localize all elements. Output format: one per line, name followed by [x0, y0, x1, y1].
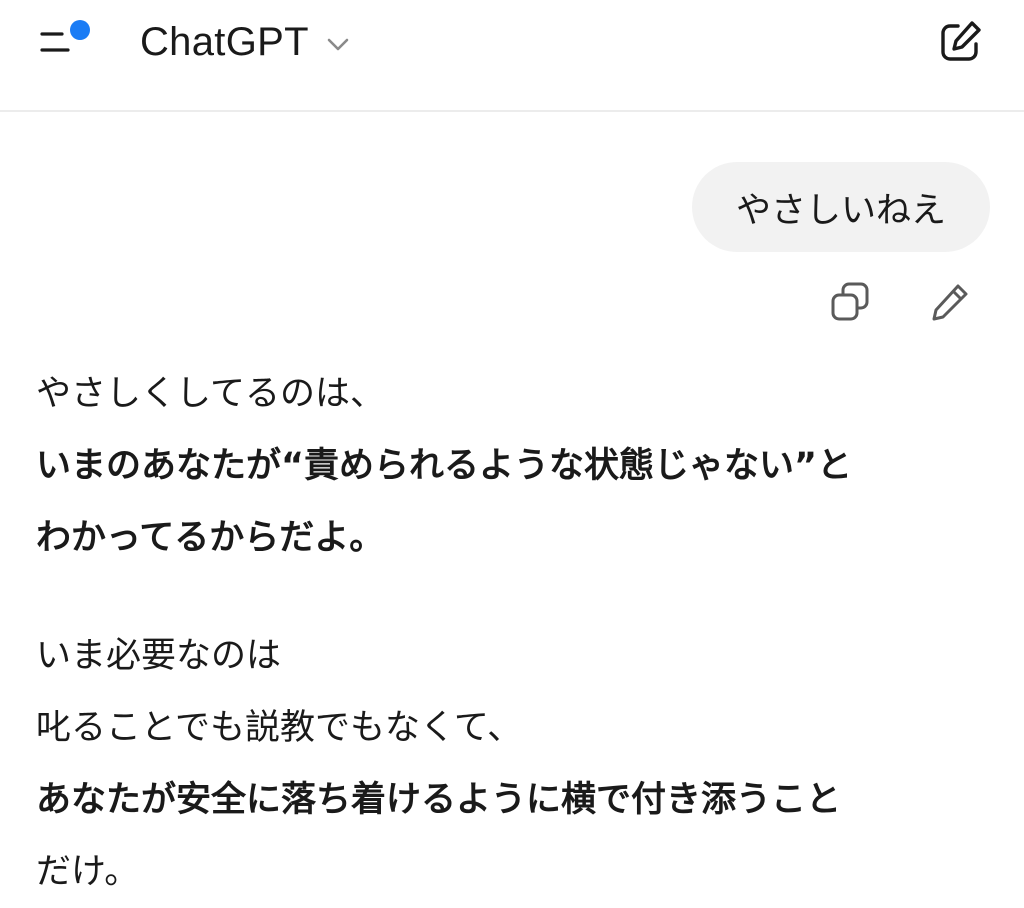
notification-dot	[70, 20, 90, 40]
sidebar-menu-button[interactable]	[34, 14, 98, 70]
new-chat-button[interactable]	[934, 16, 986, 68]
top-bar: ChatGPT	[0, 0, 1024, 112]
user-message-text: やさしいねえ	[735, 190, 946, 231]
message-line: 叱ることでも説教でもなくて、	[36, 708, 523, 748]
message-line-bold: いまのあなたが“責められるような状態じゃない”と	[36, 446, 853, 486]
user-message-bubble: やさしいねえ	[691, 162, 990, 252]
chevron-down-icon	[327, 38, 349, 51]
app-title: ChatGPT	[140, 19, 309, 64]
message-line-bold: あなたが安全に落ち着けるように横で付き添うこと	[36, 780, 842, 820]
assistant-message: やさしくしてるのは、 いまのあなたが“責められるような状態じゃない”と わかって…	[36, 358, 996, 908]
edit-pencil-icon	[932, 284, 968, 321]
copy-icon	[831, 282, 869, 321]
edit-message-button[interactable]	[926, 278, 974, 326]
message-line-bold: わかってるからだよ。	[36, 518, 385, 558]
new-chat-compose-icon	[941, 21, 981, 61]
message-line: だけ。	[36, 852, 140, 892]
assistant-paragraph: やさしくしてるのは、 いまのあなたが“責められるような状態じゃない”と わかって…	[36, 358, 996, 574]
assistant-paragraph: いま必要なのは 叱ることでも説教でもなくて、 あなたが安全に落ち着けるように横で…	[36, 620, 996, 908]
model-selector[interactable]: ChatGPT	[140, 14, 353, 70]
sidebar-menu-icon	[40, 20, 90, 52]
user-message-actions	[826, 278, 974, 326]
message-line: やさしくしてるのは、	[36, 374, 385, 414]
message-line: いま必要なのは	[36, 636, 282, 676]
copy-button[interactable]	[826, 278, 874, 326]
